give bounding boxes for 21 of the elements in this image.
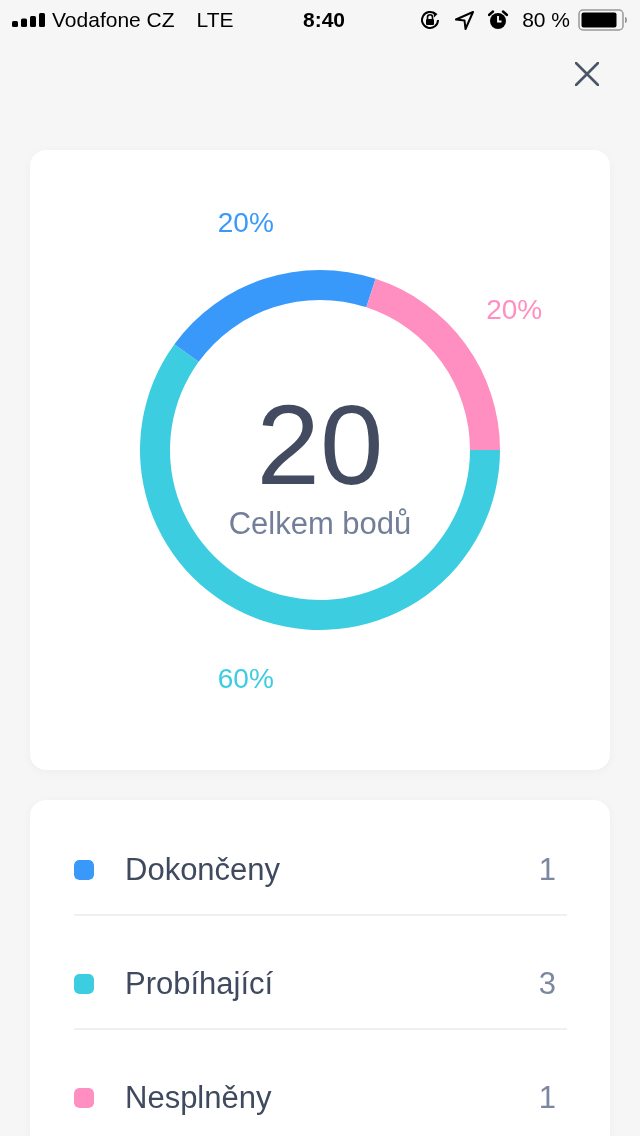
- legend-count: 1: [538, 852, 556, 888]
- legend-count: 1: [538, 1080, 556, 1116]
- close-icon: [575, 62, 599, 86]
- legend-label: Probíhající: [125, 966, 275, 1002]
- clock-time: 8:40: [303, 8, 345, 32]
- signal-icon: [12, 13, 46, 27]
- carrier-name: Vodafone CZ: [52, 8, 175, 32]
- network-type: LTE: [196, 8, 234, 32]
- legend-label: Dokončeny: [125, 852, 282, 888]
- total-points-label: Celkem bodů: [228, 506, 412, 541]
- total-points-value: 20: [256, 381, 384, 508]
- percentage-label: 20%: [486, 293, 543, 325]
- rotation-lock-icon: [419, 9, 442, 31]
- battery-percentage: 80 %: [522, 8, 570, 32]
- legend-count: 3: [538, 966, 556, 1002]
- percentage-label: 60%: [217, 663, 274, 695]
- percentage-label: 20%: [217, 206, 274, 238]
- alarm-clock-icon: [488, 10, 509, 30]
- battery-icon: [578, 9, 628, 31]
- legend-label: Nesplněny: [125, 1080, 273, 1116]
- location-arrow-icon: [455, 10, 475, 30]
